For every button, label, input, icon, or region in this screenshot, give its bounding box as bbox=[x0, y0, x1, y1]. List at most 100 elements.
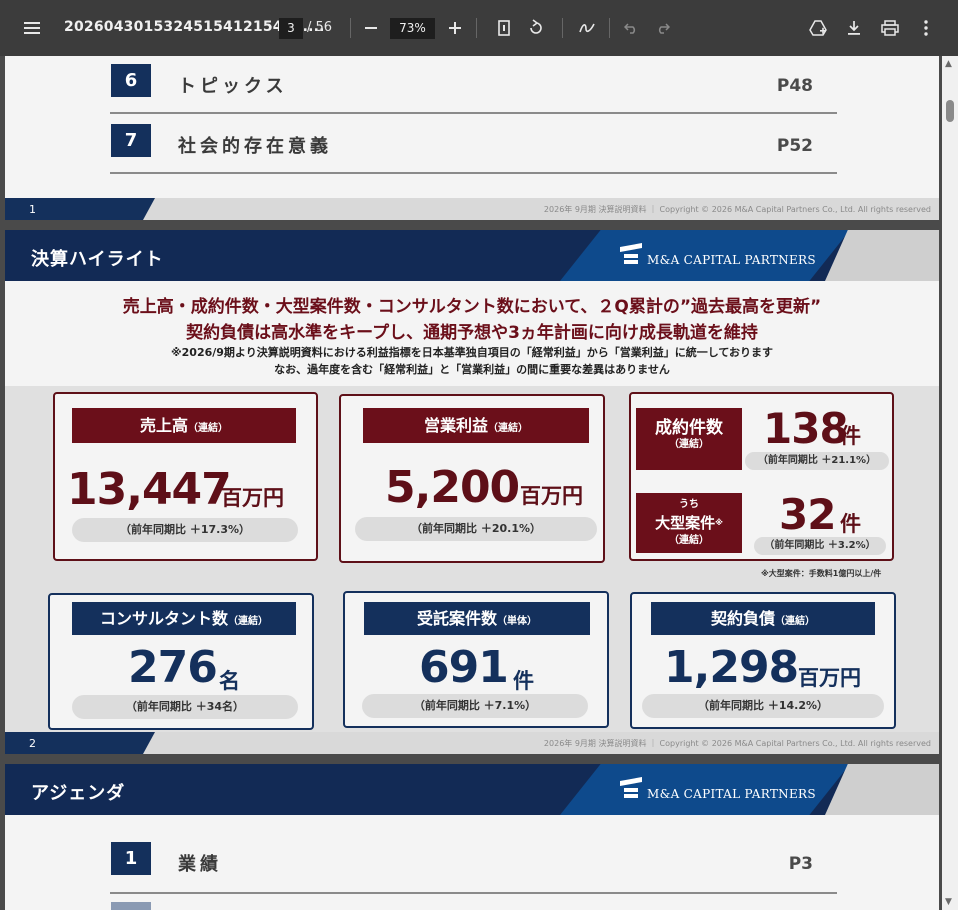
scroll-up-icon[interactable]: ▲ bbox=[945, 59, 952, 69]
kpi-label-sub: （連結） bbox=[188, 423, 228, 434]
company-logo-icon bbox=[620, 777, 642, 798]
kpi-card-sales: 売上高（連結） 13,447 百万円 （前年同期比 ＋17.3%） bbox=[53, 392, 318, 561]
divider bbox=[609, 18, 610, 38]
kpi-label-text: 営業利益 bbox=[423, 416, 488, 435]
kpi-value: 32 bbox=[779, 490, 836, 539]
page-number-input[interactable]: 3 bbox=[279, 18, 303, 39]
add-to-drive-icon[interactable] bbox=[808, 16, 828, 40]
agenda-number: 7 bbox=[111, 124, 151, 157]
agenda-number-partial bbox=[111, 902, 151, 910]
company-logo-text: M&A CAPITAL PARTNERS bbox=[647, 253, 816, 267]
slide-title: 決算ハイライト bbox=[31, 249, 164, 270]
kpi-label-sub: （連結） bbox=[669, 535, 709, 546]
pdf-page-3: アジェンダ M&A CAPITAL PARTNERS 1 業績 P3 bbox=[5, 764, 939, 910]
kpi-card-mandates: 受託案件数（単体） 691 件 （前年同期比 ＋7.1%） bbox=[343, 591, 609, 728]
page-total: / 56 bbox=[307, 20, 333, 35]
kpi-label-sub: （連結） bbox=[228, 616, 268, 627]
agenda-page-ref: P52 bbox=[776, 136, 813, 156]
headline-2: 契約負債は高水準をキープし、通期予想や3ヵ年計画に向け成長軌道を維持 bbox=[186, 323, 758, 343]
kpi-label: 成約件数 （連結） bbox=[636, 408, 742, 470]
undo-icon[interactable] bbox=[622, 16, 640, 40]
agenda-row: 6 トピックス P48 bbox=[110, 56, 837, 114]
kpi-label: コンサルタント数（連結） bbox=[72, 602, 296, 635]
kpi-label-mark: ※ bbox=[715, 518, 723, 527]
menu-icon[interactable] bbox=[22, 16, 42, 40]
page-number: 2 bbox=[29, 737, 36, 750]
kpi-unit: 件 bbox=[513, 669, 534, 693]
agenda-page-ref: P3 bbox=[788, 854, 813, 874]
agenda-page-ref: P48 bbox=[776, 76, 813, 96]
kpi-label-text: 成約件数 bbox=[655, 418, 723, 438]
divider bbox=[562, 18, 563, 38]
kpi-unit: 名 bbox=[219, 669, 240, 693]
kpi-value: 276 bbox=[128, 642, 218, 693]
kpi-unit: 件 bbox=[840, 512, 861, 536]
kpi-label: 受託案件数（単体） bbox=[364, 602, 590, 635]
large-deal-footnote: ※大型案件：手数料1億円以上/件 bbox=[761, 569, 882, 578]
zoom-out-icon[interactable] bbox=[362, 16, 380, 40]
rotate-icon[interactable] bbox=[526, 16, 546, 40]
copyright-text: 2026年 9月期 決算説明資料 ｜ Copyright © 2026 M&A … bbox=[543, 739, 931, 748]
kpi-yoy: （前年同期比 ＋3.2%） bbox=[754, 537, 886, 555]
kpi-value: 13,447 bbox=[67, 464, 232, 515]
kpi-yoy: （前年同期比 ＋17.3%） bbox=[72, 518, 298, 542]
more-icon[interactable] bbox=[919, 16, 933, 40]
kpi-yoy: （前年同期比 ＋14.2%） bbox=[642, 694, 884, 718]
kpi-label: 契約負債（連結） bbox=[651, 602, 875, 635]
kpi-label-text: 受託案件数 bbox=[416, 609, 497, 628]
kpi-label-sub: （連結） bbox=[488, 423, 528, 434]
vertical-scrollbar[interactable]: ▲ ▼ bbox=[942, 56, 958, 910]
kpi-value: 691 bbox=[419, 642, 509, 693]
kpi-yoy: （前年同期比 ＋34名） bbox=[72, 695, 298, 719]
page-footer: 2 2026年 9月期 決算説明資料 ｜ Copyright © 2026 M&… bbox=[5, 732, 939, 754]
kpi-label-text: コンサルタント数 bbox=[99, 609, 228, 628]
pdf-toolbar: 202604301532451541215437.... 3 / 56 73% bbox=[0, 0, 958, 56]
slide-header: 決算ハイライト M&A CAPITAL PARTNERS bbox=[5, 230, 939, 281]
download-icon[interactable] bbox=[845, 16, 863, 40]
agenda-number: 1 bbox=[111, 842, 151, 875]
print-icon[interactable] bbox=[880, 16, 900, 40]
kpi-yoy: （前年同期比 ＋21.1%） bbox=[745, 452, 889, 470]
kpi-label-text: 売上高 bbox=[139, 416, 188, 435]
footer-tab bbox=[5, 198, 155, 220]
agenda-title: 社会的存在意義 bbox=[178, 136, 332, 157]
agenda-row: 7 社会的存在意義 P52 bbox=[110, 116, 837, 174]
annotate-icon[interactable] bbox=[577, 16, 597, 40]
note-1: ※2026/9期より決算説明資料における利益指標を日本基準独自項目の「経常利益」… bbox=[170, 346, 774, 359]
zoom-level-input[interactable]: 73% bbox=[390, 18, 435, 39]
page-footer: 1 2026年 9月期 決算説明資料 ｜ Copyright © 2026 M&… bbox=[5, 198, 939, 220]
kpi-label-main: 大型案件 bbox=[655, 514, 716, 532]
kpi-yoy: （前年同期比 ＋7.1%） bbox=[362, 694, 588, 718]
document-viewer[interactable]: 6 トピックス P48 7 社会的存在意義 P52 1 2026年 9月期 決算… bbox=[0, 56, 958, 910]
kpi-value: 1,298 bbox=[664, 642, 799, 693]
company-logo-text: M&A CAPITAL PARTNERS bbox=[647, 787, 816, 801]
company-logo-icon bbox=[620, 243, 642, 264]
kpi-value: 138 bbox=[763, 404, 849, 453]
kpi-card-deals: 成約件数 （連結） 138 件 （前年同期比 ＋21.1%） うち 大型案件※ … bbox=[629, 392, 894, 561]
kpi-label-text: 契約負債 bbox=[710, 609, 775, 628]
kpi-label-pre: うち bbox=[679, 499, 699, 510]
kpi-label-sub: （連結） bbox=[775, 616, 815, 627]
kpi-card-contract-liabilities: 契約負債（連結） 1,298 百万円 （前年同期比 ＋14.2%） bbox=[630, 592, 896, 729]
kpi-unit: 百万円 bbox=[520, 484, 583, 508]
agenda-number: 6 bbox=[111, 64, 151, 97]
kpi-label: 営業利益（連結） bbox=[363, 408, 589, 443]
fit-page-icon[interactable] bbox=[495, 16, 513, 40]
scroll-down-icon[interactable]: ▼ bbox=[945, 897, 952, 907]
kpi-label-sub: （単体） bbox=[497, 616, 537, 627]
kpi-unit: 百万円 bbox=[798, 666, 861, 690]
agenda-title: トピックス bbox=[178, 76, 288, 97]
kpi-label: 売上高（連結） bbox=[72, 408, 296, 443]
slide-header: アジェンダ M&A CAPITAL PARTNERS bbox=[5, 764, 939, 815]
note-2: なお、過年度を含む「経常利益」と「営業利益」の間に重要な差異はありません bbox=[274, 363, 670, 376]
headline-1: 売上高・成約件数・大型案件数・コンサルタント数において、２Q累計の”過去最高を更… bbox=[122, 297, 822, 317]
redo-icon[interactable] bbox=[654, 16, 672, 40]
scrollbar-thumb[interactable] bbox=[946, 100, 954, 122]
kpi-value: 5,200 bbox=[385, 462, 520, 513]
kpi-card-operating-profit: 営業利益（連結） 5,200 百万円 （前年同期比 ＋20.1%） bbox=[339, 394, 605, 563]
kpi-card-consultants: コンサルタント数（連結） 276 名 （前年同期比 ＋34名） bbox=[48, 593, 314, 730]
zoom-in-icon[interactable] bbox=[446, 16, 464, 40]
kpi-label-large-deals: うち 大型案件※ （連結） bbox=[636, 493, 742, 553]
divider bbox=[476, 18, 477, 38]
kpi-label-text: 大型案件※ bbox=[636, 513, 742, 533]
